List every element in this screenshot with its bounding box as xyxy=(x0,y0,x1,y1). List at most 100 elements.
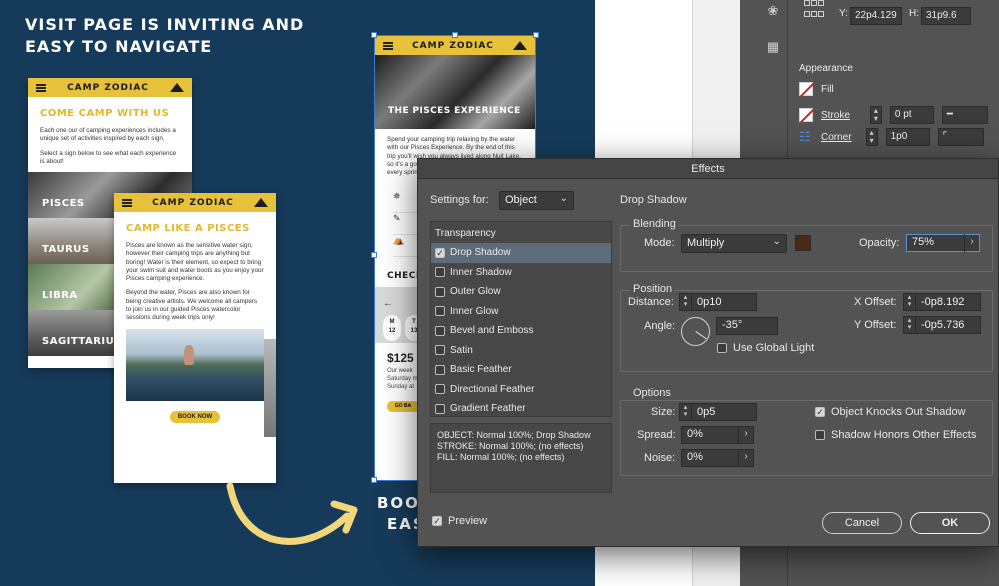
distance-label: Distance: xyxy=(628,296,674,308)
stroke-row[interactable]: Stroke ▴ ▾ 0 pt ━ xyxy=(799,106,988,124)
checkbox-icon[interactable] xyxy=(435,286,445,297)
honors-effects-option[interactable]: Shadow Honors Other Effects xyxy=(815,429,976,441)
mode-label: Mode: xyxy=(644,237,675,249)
chevron-down-icon: ⌄ xyxy=(772,236,781,247)
side-photo-strip xyxy=(264,339,276,437)
checkbox-icon[interactable]: ✓ xyxy=(432,516,442,526)
selection-handle[interactable] xyxy=(371,252,377,258)
spread-label: Spread: xyxy=(637,429,676,441)
selection-handle[interactable] xyxy=(452,32,458,38)
stroke-label[interactable]: Stroke xyxy=(821,110,850,121)
stroke-type-dropdown[interactable]: ━ xyxy=(941,106,988,124)
checkbox-icon[interactable] xyxy=(435,267,445,278)
blend-mode-dropdown[interactable]: Multiply ⌄ xyxy=(681,234,787,253)
checkbox-icon[interactable]: ✓ xyxy=(815,407,825,417)
list-header: Transparency xyxy=(435,228,496,239)
x-offset-label: X Offset: xyxy=(854,296,897,308)
corner-size-field[interactable]: 1p0 xyxy=(885,128,930,146)
ok-button[interactable]: OK xyxy=(910,512,990,534)
y-label: Y: xyxy=(839,8,848,19)
canvas-headline: VISIT PAGE IS INVITING AND EASY TO NAVIG… xyxy=(25,15,305,56)
x-offset-field[interactable]: ▴ ▾ -0p8.192 xyxy=(903,293,981,311)
effect-inner-glow[interactable]: Inner Glow xyxy=(431,302,611,322)
checkbox-icon[interactable]: ✓ xyxy=(435,247,445,258)
fill-row[interactable]: Fill xyxy=(799,82,834,96)
checkbox-icon[interactable] xyxy=(815,430,825,440)
selection-handle[interactable] xyxy=(533,32,539,38)
mockup-pisces-page[interactable]: CAMP ZODIAC CAMP LIKE A PISCES Pisces ar… xyxy=(114,193,276,483)
corner-spinner-icon[interactable]: ▴ ▾ xyxy=(865,128,878,146)
h-field[interactable]: 31p9.6 xyxy=(921,7,971,25)
stroke-weight-field[interactable]: 0 pt xyxy=(889,106,934,124)
spread-field[interactable]: 0% › xyxy=(681,426,754,444)
checkbox-icon[interactable] xyxy=(435,384,445,395)
use-global-light-option[interactable]: Use Global Light xyxy=(717,342,814,354)
selection-handle[interactable] xyxy=(371,477,377,483)
knocks-out-option[interactable]: ✓ Object Knocks Out Shadow xyxy=(815,406,966,418)
effect-inner-shadow[interactable]: Inner Shadow xyxy=(431,263,611,283)
mockup-paragraph: Each one our of camping experiences incl… xyxy=(40,127,176,143)
checkbox-icon[interactable] xyxy=(435,345,445,356)
angle-dial-icon[interactable] xyxy=(681,317,710,346)
stroke-spinner-icon[interactable]: ▴ ▾ xyxy=(869,106,882,124)
effect-drop-shadow[interactable]: ✓ Drop Shadow xyxy=(431,243,611,263)
hamburger-icon xyxy=(36,83,46,92)
swatches-icon[interactable]: ▦ xyxy=(764,40,782,54)
effect-directional-feather[interactable]: Directional Feather xyxy=(431,380,611,400)
chevron-right-icon[interactable]: › xyxy=(964,234,979,252)
effects-list: Transparency ✓ Drop Shadow Inner Shadow O… xyxy=(430,221,612,417)
go-book-button: GO BA xyxy=(387,401,419,413)
brand-logo: CAMP ZODIAC xyxy=(67,82,149,93)
corner-row[interactable]: ☷ Corner ▴ ▾ 1p0 ⌜ xyxy=(799,128,984,146)
checkbox-icon[interactable] xyxy=(717,343,727,353)
effects-dialog: Effects Settings for: Object ⌄ Drop Shado… xyxy=(417,158,999,547)
lake-photo xyxy=(126,328,264,401)
preview-option[interactable]: ✓ Preview xyxy=(432,515,487,527)
arrow-left-icon: ← xyxy=(383,298,393,310)
palette-icon[interactable]: ❀ xyxy=(764,4,782,18)
effect-gradient-feather[interactable]: Gradient Feather xyxy=(431,399,611,419)
brand-logo: CAMP ZODIAC xyxy=(412,40,494,51)
stroke-none-icon[interactable] xyxy=(799,108,813,122)
corner-shape-dropdown[interactable]: ⌜ xyxy=(937,128,984,146)
tent-icon xyxy=(253,198,268,207)
distance-field[interactable]: ▴ ▾ 0p10 xyxy=(679,293,757,311)
mockup-paragraph: Select a sign below to see what each exp… xyxy=(40,149,177,165)
angle-field[interactable]: -35° xyxy=(716,317,778,335)
checkbox-icon[interactable] xyxy=(435,325,445,336)
checkbox-icon[interactable] xyxy=(435,403,445,414)
effect-satin[interactable]: Satin xyxy=(431,341,611,361)
cancel-button[interactable]: Cancel xyxy=(822,512,902,534)
opacity-field[interactable]: 75% › xyxy=(906,234,980,252)
chevron-right-icon[interactable]: › xyxy=(738,426,753,444)
effect-bevel-emboss[interactable]: Bevel and Emboss xyxy=(431,321,611,341)
settings-for-dropdown[interactable]: Object ⌄ xyxy=(499,191,574,210)
checkbox-icon[interactable] xyxy=(435,306,445,317)
mockup-title: CAMP LIKE A PISCES xyxy=(126,223,250,234)
y-field[interactable]: 22p4.129 xyxy=(850,7,902,25)
corner-label[interactable]: Corner xyxy=(821,132,852,143)
checkbox-icon[interactable] xyxy=(435,364,445,375)
size-field[interactable]: ▴ ▾ 0p5 xyxy=(679,403,757,421)
mockup-nav: CAMP ZODIAC xyxy=(114,193,276,212)
y-offset-label: Y Offset: xyxy=(854,319,897,331)
dialog-title: Effects xyxy=(418,159,998,179)
position-title: Position xyxy=(630,283,676,295)
book-now-button: BOOK NOW xyxy=(170,410,220,423)
y-offset-field[interactable]: ▴ ▾ -0p5.736 xyxy=(903,316,981,334)
angle-label: Angle: xyxy=(644,320,676,332)
noise-field[interactable]: 0% › xyxy=(681,449,754,467)
calendar-day: M 12 xyxy=(383,315,401,342)
effects-summary: OBJECT: Normal 100%; Drop Shadow STROKE:… xyxy=(430,423,612,493)
mockup-nav: CAMP ZODIAC xyxy=(28,78,192,97)
reference-point-grid[interactable] xyxy=(804,0,826,20)
fill-none-icon[interactable] xyxy=(799,82,813,96)
effect-basic-feather[interactable]: Basic Feather xyxy=(431,360,611,380)
chevron-down-icon: ⌄ xyxy=(559,193,568,204)
h-label: H: xyxy=(909,8,919,19)
shadow-color-swatch[interactable] xyxy=(795,235,811,251)
chevron-right-icon[interactable]: › xyxy=(738,449,753,467)
selection-handle[interactable] xyxy=(371,32,377,38)
hamburger-icon xyxy=(122,198,132,207)
effect-outer-glow[interactable]: Outer Glow xyxy=(431,282,611,302)
